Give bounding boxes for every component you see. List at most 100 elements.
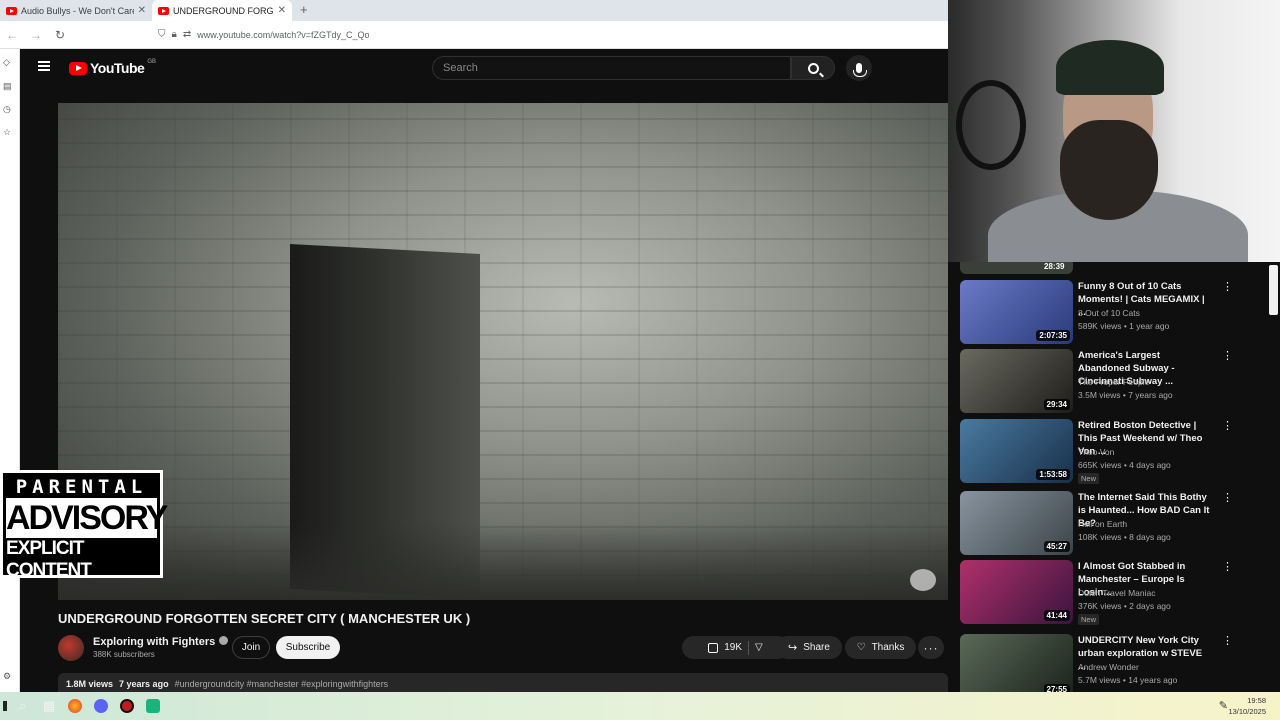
browser-tab-underground[interactable]: UNDERGROUND FORGOTT... ✕ [152, 0, 292, 21]
new-tab-button[interactable]: + [292, 0, 316, 21]
app-icon[interactable] [140, 692, 166, 720]
hashtags[interactable]: #undergroundcity #manchester #exploringw… [175, 679, 389, 692]
share-label: Share [803, 642, 830, 653]
video-thumbnail[interactable]: 2:07:35 [960, 280, 1073, 344]
hamburger-menu-icon[interactable] [38, 61, 50, 71]
webcam-person-beard [1060, 120, 1158, 220]
new-badge: New [1078, 614, 1100, 625]
more-vert-icon[interactable]: ⋮ [1222, 419, 1233, 432]
lock-icon: 🔒︎ [171, 29, 177, 40]
related-video-item[interactable]: 1:53:58 Retired Boston Detective | This … [960, 419, 1270, 485]
parental-advisory-label: PARENTAL ADVISORY EXPLICIT CONTENT [0, 470, 168, 581]
search-input[interactable]: Search [432, 56, 791, 80]
related-video-channel[interactable]: Andrew Wonder [1078, 662, 1139, 672]
discord-icon[interactable] [88, 692, 114, 720]
verified-icon [219, 636, 229, 645]
reload-icon[interactable]: ↻ [48, 28, 72, 42]
task-view-icon[interactable]: ▦ [36, 692, 62, 720]
youtube-play-icon [69, 61, 87, 75]
clock-icon[interactable]: ◷ [3, 104, 11, 115]
video-duration: 29:34 [1043, 399, 1070, 410]
related-video-item[interactable]: 45:27 The Internet Said This Bothy is Ha… [960, 491, 1270, 557]
firefox-icon[interactable] [62, 692, 88, 720]
back-arrow-icon[interactable]: ← [0, 28, 24, 42]
related-video-channel[interactable]: Theo Von [1078, 447, 1114, 457]
taskbar: ⌕ ▦ ✎ 19:58 13/10/2025 [0, 692, 1280, 720]
clock-time: 19:58 [1247, 696, 1266, 705]
webcam-microphone-arm [956, 80, 1026, 170]
related-video-item[interactable]: 27:55 UNDERCITY New York City urban expl… [960, 634, 1270, 692]
search-icon[interactable]: ⌕ [10, 692, 36, 720]
scrollbar[interactable] [1269, 265, 1278, 315]
video-thumbnail[interactable]: 27:55 [960, 634, 1073, 692]
subscribe-button[interactable]: Subscribe [276, 636, 340, 659]
more-vert-icon[interactable]: ⋮ [1222, 280, 1233, 293]
related-video-item[interactable]: 41:44 I Almost Got Stabbed in Manchester… [960, 560, 1270, 626]
star-icon[interactable]: ☆ [3, 127, 11, 138]
related-video-channel[interactable]: The Proper People [1078, 377, 1149, 387]
url-field[interactable]: ⛉ 🔒︎ ⇄ www.youtube.com/watch?v=fZGTdy_C_… [158, 29, 370, 40]
webcam-overlay [948, 0, 1280, 262]
advisory-line-1: PARENTAL [15, 476, 148, 498]
channel-avatar[interactable] [58, 635, 84, 661]
youtube-logo[interactable]: YouTube GB [69, 59, 156, 76]
subscriber-count: 388K subscribers [93, 650, 155, 659]
close-icon[interactable]: ✕ [138, 5, 146, 16]
advisory-line-3: EXPLICIT CONTENT [6, 538, 92, 581]
video-duration: 2:07:35 [1036, 330, 1070, 341]
related-video-channel[interactable]: 8 Out of 10 Cats [1078, 308, 1140, 318]
logo-region: GB [147, 59, 156, 65]
browser-tab-bar: Audio Bullys - We Don't Care (C... ✕ UND… [0, 0, 948, 21]
divider [748, 640, 750, 655]
tracking-icon: ⇄ [182, 29, 192, 40]
youtube-page: YouTube GB Search UNDERGROUND FORGOTTEN … [20, 49, 948, 692]
browser-tab-audio-bullys[interactable]: Audio Bullys - We Don't Care (C... ✕ [0, 0, 152, 21]
forward-arrow-icon[interactable]: → [24, 28, 48, 42]
channel-name[interactable]: Exploring with Fighters [93, 636, 229, 648]
thumbs-down-icon[interactable]: ▽ [755, 642, 763, 653]
settings-icon[interactable]: ⚙ [3, 671, 11, 682]
more-actions-button[interactable]: ··· [918, 636, 944, 659]
like-dislike-group: 19K ▽ [682, 636, 789, 659]
recorder-icon[interactable] [114, 692, 140, 720]
thanks-button[interactable]: ♡ Thanks [845, 636, 916, 659]
video-duration: 1:53:58 [1036, 469, 1070, 480]
browser-sidebar: ◇ ▤ ◷ ☆ ⚙ [0, 49, 20, 692]
like-count[interactable]: 19K [724, 642, 742, 653]
url-text: www.youtube.com/watch?v=fZGTdy_C_Qo [197, 29, 370, 40]
partial-duration: 28:39 [1044, 262, 1065, 271]
more-vert-icon[interactable]: ⋮ [1222, 560, 1233, 573]
start-icon[interactable] [0, 692, 10, 720]
video-thumbnail[interactable]: 29:34 [960, 349, 1073, 413]
related-video-meta: 5.7M views • 14 years ago [1078, 675, 1178, 685]
share-button[interactable]: ↪ Share [776, 636, 842, 659]
bookmark-icon[interactable]: ◇ [3, 57, 10, 68]
related-video-meta: 589K views • 1 year ago [1078, 321, 1170, 331]
related-video-item[interactable]: 29:34 America's Largest Abandoned Subway… [960, 349, 1270, 415]
related-video-channel[interactable]: Hell on Earth [1078, 519, 1127, 529]
close-icon[interactable]: ✕ [278, 5, 286, 16]
related-video-channel[interactable]: Dutch Travel Maniac [1078, 588, 1155, 598]
search-icon [807, 62, 819, 74]
join-button[interactable]: Join [232, 636, 270, 659]
clock[interactable]: 19:58 13/10/2025 [1228, 695, 1266, 717]
more-vert-icon[interactable]: ⋮ [1222, 491, 1233, 504]
related-video-item[interactable]: 2:07:35 Funny 8 Out of 10 Cats Moments! … [960, 280, 1270, 346]
video-thumbnail[interactable]: 45:27 [960, 491, 1073, 555]
channel-name-text: Exploring with Fighters [93, 636, 216, 648]
voice-search-button[interactable] [846, 55, 872, 81]
search-button[interactable] [791, 56, 835, 80]
more-vert-icon[interactable]: ⋮ [1222, 349, 1233, 362]
video-thumbnail[interactable]: 41:44 [960, 560, 1073, 624]
history-icon[interactable]: ▤ [3, 81, 12, 92]
related-video-meta: 665K views • 4 days ago [1078, 460, 1171, 470]
video-player[interactable] [58, 103, 948, 600]
microphone-icon [853, 63, 867, 77]
screen: Audio Bullys - We Don't Care (C... ✕ UND… [0, 0, 1280, 720]
thumbs-up-icon[interactable] [708, 642, 719, 653]
pen-icon[interactable]: ✎ [1219, 699, 1228, 712]
more-vert-icon[interactable]: ⋮ [1222, 634, 1233, 647]
video-thumbnail[interactable]: 1:53:58 [960, 419, 1073, 483]
description-box[interactable]: 1.8M views 7 years ago #undergroundcity … [58, 673, 948, 692]
related-video-meta: 376K views • 2 days ago [1078, 601, 1171, 611]
